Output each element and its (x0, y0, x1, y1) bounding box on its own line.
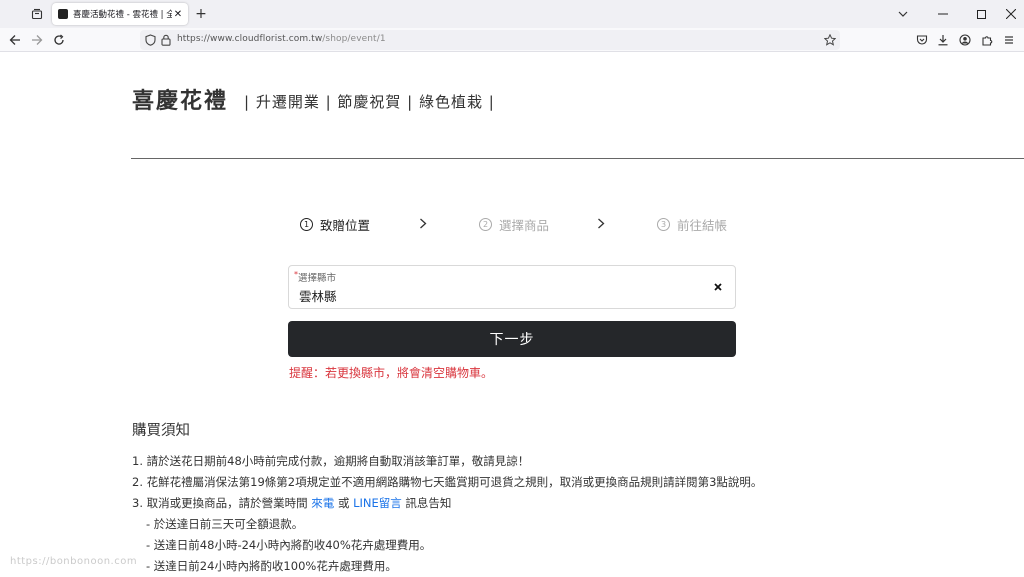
step-number-badge: 3 (657, 218, 670, 231)
account-icon[interactable] (955, 30, 975, 50)
line-message-link[interactable]: LINE留言 (353, 496, 402, 510)
step-checkout[interactable]: 3 前往結帳 (657, 215, 727, 234)
notice-item-3-suffix: 訊息告知 (401, 496, 452, 510)
tab-title: 喜慶活動花禮 - 雲花禮 | 全台花 (73, 10, 172, 20)
list-all-tabs-icon[interactable] (888, 3, 918, 25)
notice-item-3-prefix: 3. 取消或更換商品，請於營業時間 (132, 496, 312, 510)
browser-tab[interactable]: 喜慶活動花禮 - 雲花禮 | 全台花 ✕ (52, 3, 188, 25)
purchase-notice-title: 購買須知 (132, 423, 190, 439)
bookmark-star-icon[interactable] (823, 33, 837, 47)
step-location[interactable]: 1 致贈位置 (300, 215, 370, 234)
step-label: 致贈位置 (320, 218, 371, 233)
download-icon[interactable] (933, 30, 953, 50)
site-brand-title[interactable]: 喜慶花禮 (132, 83, 228, 115)
checkout-stepper: 1 致贈位置 2 選擇商品 3 前往結帳 (298, 213, 738, 233)
notice-item-3: 3. 取消或更換商品，請於營業時間 來電 或 LINE留言 訊息告知 (132, 493, 852, 514)
shield-icon[interactable] (143, 33, 157, 47)
site-favicon-icon (58, 9, 68, 19)
extensions-icon[interactable] (977, 30, 997, 50)
maximize-icon[interactable] (966, 3, 996, 25)
chevron-right-icon (594, 213, 608, 233)
notice-sub-item-1: - 於送達日前三天可全額退款。 (146, 517, 304, 531)
pocket-icon[interactable] (912, 30, 932, 50)
header-divider (131, 158, 1024, 159)
step-label: 選擇商品 (499, 218, 550, 233)
notice-item-2: 2. 花鮮花禮屬消保法第19條第2項規定並不適用網路購物七天鑑賞期可退貨之規則，… (132, 475, 763, 489)
url-path: /shop/event/1 (322, 34, 386, 44)
back-icon[interactable] (5, 30, 25, 50)
city-select-label: *選擇縣市 (294, 270, 336, 284)
lock-icon[interactable] (159, 33, 173, 47)
address-bar[interactable]: https://www.cloudflorist.com.tw/shop/eve… (140, 30, 840, 50)
step-number-badge: 2 (479, 218, 492, 231)
reload-icon[interactable] (49, 30, 69, 50)
city-select[interactable]: *選擇縣市 雲林縣 (288, 265, 736, 309)
new-tab-button[interactable]: + (190, 4, 212, 24)
url-host: https://www.cloudflorist.com.tw (177, 34, 323, 44)
clear-icon[interactable] (711, 280, 725, 294)
city-select-label-text: 選擇縣市 (298, 273, 337, 284)
notice-item-3-mid: 或 (334, 496, 354, 510)
url-text[interactable]: https://www.cloudflorist.com.tw/shop/eve… (177, 34, 386, 44)
step-label: 前往結帳 (677, 218, 728, 233)
purchase-notice: 1. 請於送花日期前48小時前完成付款，逾期將自動取消該筆訂單，敬請見諒！ 2.… (132, 451, 852, 577)
menu-icon[interactable] (999, 30, 1019, 50)
notice-item-1: 1. 請於送花日期前48小時前完成付款，逾期將自動取消該筆訂單，敬請見諒！ (132, 454, 530, 468)
notice-sub-item-3: - 送達日前24小時內將酌收100%花卉處理費用。 (146, 559, 397, 573)
forward-icon[interactable] (27, 30, 47, 50)
city-select-value: 雲林縣 (299, 289, 337, 304)
site-subtitle: | 升遷開業 | 節慶祝賀 | 綠色植栽 | (244, 93, 495, 111)
minimize-icon[interactable] (928, 3, 958, 25)
browser-titlebar: 喜慶活動花禮 - 雲花禮 | 全台花 ✕ + (0, 0, 1024, 28)
watermark-text: https://bonbonoon.com (10, 556, 138, 567)
step-number-badge: 1 (300, 218, 313, 231)
notice-sub-item-2: - 送達日前48小時-24小時內將酌收40%花卉處理費用。 (146, 538, 432, 552)
phone-link[interactable]: 來電 (311, 496, 334, 510)
step-products[interactable]: 2 選擇商品 (479, 215, 549, 234)
close-tab-icon[interactable]: ✕ (172, 9, 184, 20)
page-content: 喜慶花禮 | 升遷開業 | 節慶祝賀 | 綠色植栽 | 1 致贈位置 2 選擇商… (0, 53, 1024, 575)
chevron-right-icon (416, 213, 430, 233)
tab-list-icon[interactable] (26, 4, 48, 24)
close-window-icon[interactable] (996, 3, 1024, 25)
next-step-button[interactable]: 下一步 (288, 321, 736, 357)
browser-navbar: https://www.cloudflorist.com.tw/shop/eve… (0, 28, 1024, 52)
cart-clear-warning: 提醒：若更換縣市，將會清空購物車。 (289, 366, 494, 380)
